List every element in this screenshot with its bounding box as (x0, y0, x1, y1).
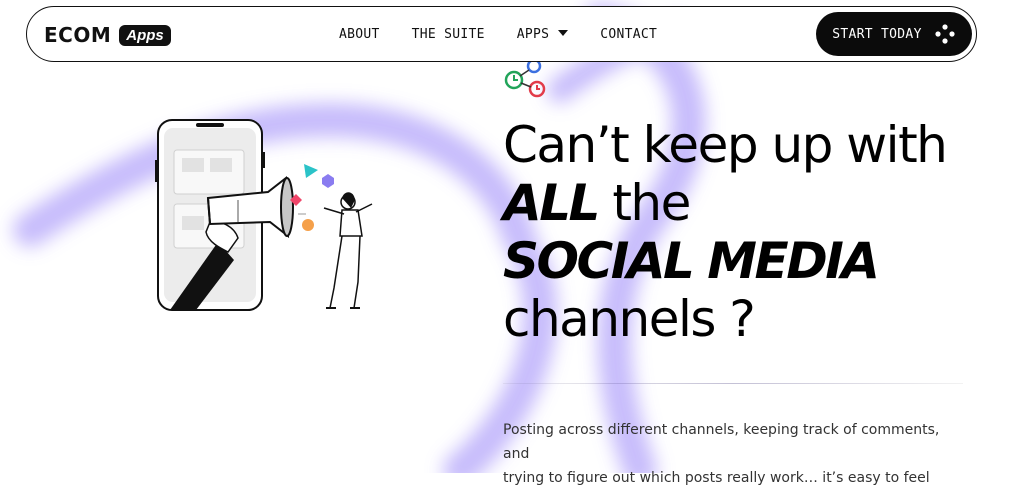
caret-down-icon (558, 30, 569, 36)
hero-headline: Can’t keep up with ALL the SOCIAL MEDIA … (503, 116, 948, 348)
nav-apps-label: APPS (516, 27, 550, 42)
description-line-1: Posting across different channels, keepi… (503, 422, 940, 462)
nav-suite-link[interactable]: THE SUITE (412, 27, 485, 42)
headline-line-1: Can’t keep up with (503, 116, 948, 174)
start-today-button[interactable]: START TODAY (816, 12, 972, 56)
headline-the: the (597, 174, 691, 232)
nav-apps-dropdown[interactable]: APPS (517, 27, 569, 42)
hero-description: Posting across different channels, keepi… (503, 418, 953, 490)
megaphone-illustration (155, 119, 373, 311)
logo-badge: Apps (119, 24, 171, 46)
dots-icon (935, 24, 955, 44)
ecom-apps-logo[interactable]: ECOM Apps (44, 23, 171, 47)
top-navbar: ECOM Apps ABOUT THE SUITE APPS CONTACT S… (26, 6, 977, 62)
headline-social-media: SOCIAL MEDIA (503, 232, 880, 290)
main-menu: ABOUT THE SUITE APPS CONTACT (339, 27, 657, 42)
nav-about-link[interactable]: ABOUT (339, 27, 380, 42)
nav-contact-link[interactable]: CONTACT (600, 27, 657, 42)
headline-line-2: ALL the (503, 174, 946, 232)
headline-all: ALL (503, 174, 600, 232)
description-line-2: trying to figure out which posts really … (503, 470, 930, 486)
start-today-label: START TODAY (832, 26, 922, 42)
headline-line-4: channels ? (503, 290, 756, 348)
logo-text: ECOM (44, 23, 112, 47)
section-divider (503, 383, 963, 384)
social-network-icon (504, 58, 546, 98)
